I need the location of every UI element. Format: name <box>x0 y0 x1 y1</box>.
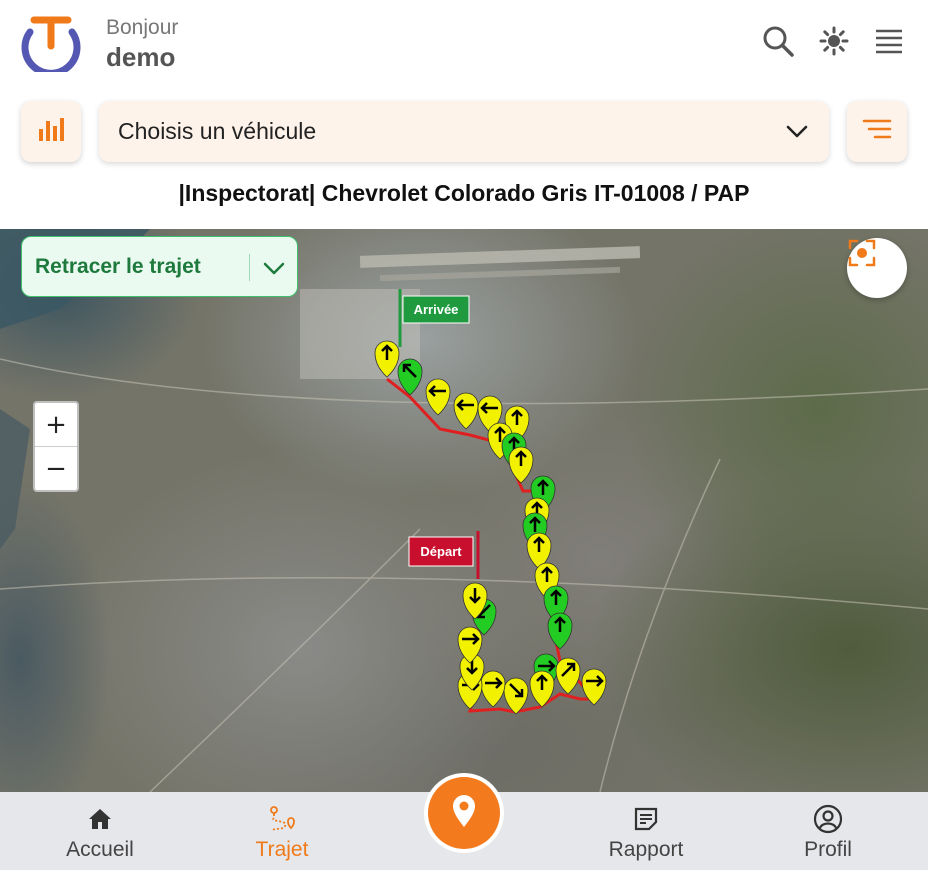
chevron-down-icon <box>785 119 809 143</box>
nav-label: Rapport <box>608 838 684 861</box>
nav-accueil[interactable]: Accueil <box>20 792 180 870</box>
nav-profil[interactable]: Profil <box>748 792 908 870</box>
zoom-in-button[interactable]: + <box>35 403 77 447</box>
report-icon <box>631 804 661 834</box>
location-fab-button[interactable] <box>428 777 500 849</box>
app-logo-icon <box>20 10 82 77</box>
brightness-icon[interactable] <box>817 24 851 58</box>
profile-icon <box>813 804 843 834</box>
greeting-text: Bonjour <box>106 16 179 39</box>
vehicle-title: |Inspectorat| Chevrolet Colorado Gris IT… <box>178 180 750 206</box>
home-icon <box>85 804 115 834</box>
filter-button[interactable] <box>847 101 907 162</box>
map-overlay: Départ Arrivée <box>0 229 928 792</box>
app-screen: Bonjour demo Choisis un véhicule |Inspec… <box>0 0 928 870</box>
menu-icon[interactable] <box>872 24 906 58</box>
filter-icon <box>862 118 892 145</box>
route-map[interactable]: Départ Arrivée Retracer le trajet + − <box>0 229 928 792</box>
end-flag-label: Arrivée <box>414 302 459 317</box>
zoom-out-button[interactable]: − <box>35 447 77 490</box>
retrace-route-label: Retracer le trajet <box>35 254 201 278</box>
nav-label: Trajet <box>255 838 309 861</box>
nav-label: Profil <box>804 838 852 861</box>
nav-label: Accueil <box>66 838 134 861</box>
vehicle-select[interactable]: Choisis un véhicule <box>99 101 829 162</box>
stats-button[interactable] <box>21 101 81 162</box>
chevron-down-icon <box>262 257 286 279</box>
app-header: Bonjour demo <box>0 0 928 86</box>
route-icon <box>267 804 297 834</box>
retrace-route-select[interactable]: Retracer le trajet <box>21 236 298 297</box>
zoom-control: + − <box>33 401 79 492</box>
start-flag-label: Départ <box>420 544 462 559</box>
vehicle-toolbar: Choisis un véhicule <box>0 100 928 164</box>
location-pin-icon <box>451 794 477 833</box>
username-text: demo <box>106 42 176 72</box>
nav-trajet[interactable]: Trajet <box>202 792 362 870</box>
airport-area <box>300 246 641 379</box>
vehicle-select-value: Choisis un véhicule <box>118 118 317 144</box>
start-flag: Départ <box>408 531 480 579</box>
recenter-button[interactable] <box>847 238 907 298</box>
search-icon[interactable] <box>761 24 795 58</box>
retrace-separator <box>249 254 250 281</box>
nav-rapport[interactable]: Rapport <box>566 792 726 870</box>
bar-chart-icon <box>37 115 65 148</box>
